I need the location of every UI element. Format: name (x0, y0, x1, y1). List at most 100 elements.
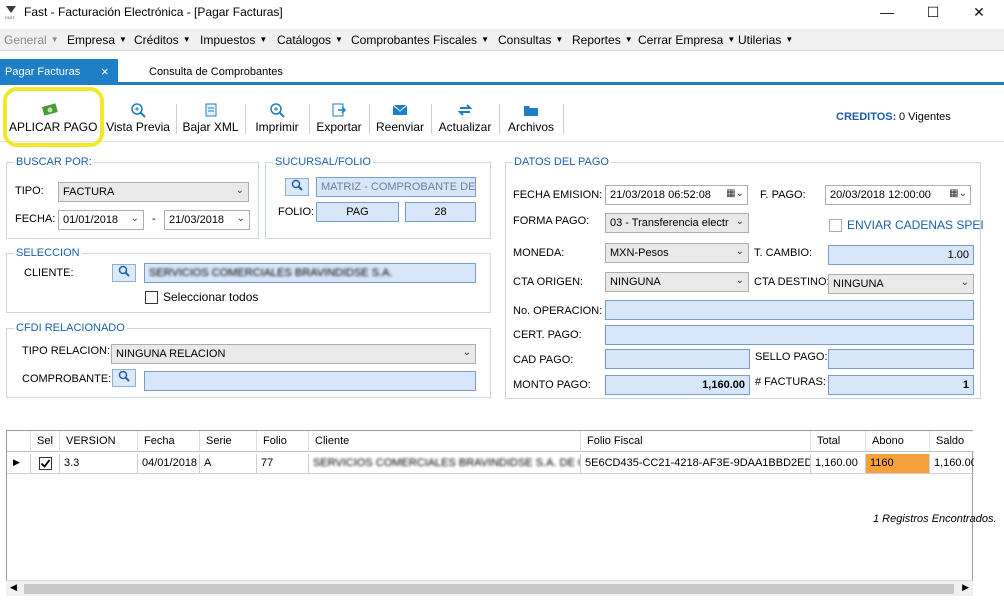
operacion-field[interactable] (605, 300, 974, 320)
menu-comprobantes[interactable]: Comprobantes Fiscales ▼ (351, 33, 489, 47)
cliente-field[interactable]: SERVICIOS COMERCIALES BRAVINDIDSE S.A. (144, 263, 476, 283)
close-icon[interactable]: ✕ (956, 0, 1002, 26)
scroll-thumb[interactable] (24, 584, 954, 594)
chevron-down-icon: ▼ (624, 35, 633, 44)
scroll-left-icon[interactable]: ◀ (10, 582, 17, 593)
tipo-dropdown[interactable]: FACTURA ⌄ (58, 182, 249, 202)
forma-pago-dropdown[interactable]: 03 - Transferencia electr ⌄ (605, 213, 749, 233)
cta-origen-value: NINGUNA (610, 276, 661, 288)
spei-checkbox[interactable] (829, 219, 842, 232)
vista-previa-button[interactable]: Vista Previa (106, 102, 170, 138)
fecha-emision-label: FECHA EMISION: (513, 189, 603, 201)
window-title: Fast - Facturación Electrónica - [Pagar … (24, 5, 283, 19)
column-header-folio[interactable]: Folio (257, 431, 309, 451)
cell-version[interactable]: 3.3 (60, 454, 138, 473)
cell-total[interactable]: 1,160.00 (811, 454, 866, 473)
grid-header-divider (7, 451, 974, 452)
cell-folio-fiscal[interactable]: 5E6CD435-CC21-4218-AF3E-9DAA1BBD2ED0 (581, 454, 811, 473)
chevron-down-icon: ▼ (119, 35, 127, 44)
cell-serie[interactable]: A (200, 454, 257, 473)
fecha-desde-picker[interactable]: 01/01/2018 ⌄ (58, 210, 144, 230)
search-icon (291, 179, 303, 191)
menu-cerrar-empresa[interactable]: Cerrar Empresa ▼ (638, 33, 735, 47)
cta-destino-dropdown[interactable]: NINGUNA ⌄ (828, 274, 974, 294)
menu-consultas[interactable]: Consultas ▼ (498, 33, 563, 47)
menu-reportes[interactable]: Reportes ▼ (572, 33, 633, 47)
f-pago-picker[interactable]: 20/03/2018 12:00:00 ▦⌄ (825, 185, 971, 205)
row-sel-checkbox[interactable] (31, 454, 60, 473)
sello-pago-field[interactable] (828, 349, 974, 369)
maximize-icon[interactable]: ☐ (910, 0, 956, 26)
cell-saldo[interactable]: 1,160.00 (930, 454, 974, 473)
column-header-version[interactable]: VERSION (60, 431, 138, 451)
menu-creditos-label: Créditos (134, 33, 179, 47)
spei-label: ENVIAR CADENAS SPEI (847, 218, 984, 232)
cell-fecha[interactable]: 04/01/2018 (138, 454, 200, 473)
row-header-corner (7, 431, 31, 451)
column-header-saldo[interactable]: Saldo (930, 431, 974, 451)
xml-file-icon (205, 103, 216, 117)
cell-folio[interactable]: 77 (257, 454, 309, 473)
column-header-cliente[interactable]: Cliente (309, 431, 581, 451)
menu-creditos[interactable]: Créditos ▼ (134, 33, 191, 47)
cliente-search-button[interactable] (112, 264, 136, 282)
facturas-grid[interactable]: Sel VERSION Fecha Serie Folio Cliente Fo… (6, 430, 997, 596)
cliente-value: SERVICIOS COMERCIALES BRAVINDIDSE S.A. (149, 267, 393, 279)
exportar-label: Exportar (316, 120, 362, 134)
menu-impuestos[interactable]: Impuestos ▼ (200, 33, 267, 47)
monto-pago-field[interactable]: 1,160.00 (605, 375, 750, 395)
menu-utilerias[interactable]: Utilerias ▼ (738, 33, 793, 47)
fecha-label: FECHA: (15, 213, 56, 225)
tab-close-icon[interactable]: × (101, 64, 109, 79)
actualizar-button[interactable]: Actualizar (436, 102, 494, 138)
row-selector-icon[interactable]: ▶ (7, 454, 31, 473)
cert-pago-field[interactable] (605, 325, 974, 345)
menu-impuestos-label: Impuestos (200, 33, 256, 47)
menu-bar: General ▼ Empresa ▼ Créditos ▼ Impuestos ▼ C… (0, 29, 1004, 51)
sucursal-search-button[interactable] (285, 178, 309, 196)
column-header-serie[interactable]: Serie (200, 431, 257, 451)
calendar-icon: ▦⌄ (726, 188, 744, 199)
tab-consulta-comprobantes[interactable]: Consulta de Comprobantes (149, 66, 283, 78)
tab-pagar-facturas[interactable]: Pagar Facturas × (0, 59, 118, 84)
cta-origen-dropdown[interactable]: NINGUNA ⌄ (605, 272, 749, 292)
cell-cliente[interactable]: SERVICIOS COMERCIALES BRAVINDIDSE S.A. D… (309, 454, 581, 473)
creditos-value: 0 Vigentes (899, 111, 951, 123)
minimize-icon[interactable]: — (864, 0, 910, 26)
horizontal-scrollbar[interactable]: ◀ ▶ (6, 580, 973, 596)
tipo-relacion-value: NINGUNA RELACION (116, 348, 226, 360)
column-header-folio-fiscal[interactable]: Folio Fiscal (581, 431, 811, 451)
num-facturas-field[interactable]: 1 (828, 375, 974, 395)
column-header-abono[interactable]: Abono (866, 431, 930, 451)
column-header-total[interactable]: Total (811, 431, 866, 451)
serie-field[interactable]: PAG (316, 202, 399, 222)
bajar-xml-button[interactable]: Bajar XML (182, 102, 239, 138)
comprobante-search-button[interactable] (112, 369, 136, 387)
t-cambio-field[interactable]: 1.00 (828, 245, 974, 265)
f-pago-value: 20/03/2018 12:00:00 (830, 189, 931, 201)
archivos-button[interactable]: Archivos (505, 102, 557, 138)
comprobante-field[interactable] (144, 371, 476, 391)
datos-pago-title: DATOS DEL PAGO (512, 156, 611, 168)
imprimir-button[interactable]: Imprimir (252, 102, 302, 138)
export-icon (332, 103, 347, 117)
sucursal-field[interactable]: MATRIZ - COMPROBANTE DE PA (316, 177, 476, 197)
moneda-dropdown[interactable]: MXN-Pesos ⌄ (605, 243, 749, 263)
cad-pago-field[interactable] (605, 349, 750, 369)
reenviar-button[interactable]: Reenviar (374, 102, 426, 138)
num-facturas-label: # FACTURAS: (755, 376, 826, 388)
folio-field[interactable]: 28 (405, 202, 476, 222)
seleccionar-todos-checkbox[interactable] (145, 291, 158, 304)
scroll-right-icon[interactable]: ▶ (962, 582, 969, 593)
fecha-hasta-picker[interactable]: 21/03/2018 ⌄ (164, 210, 250, 230)
menu-empresa[interactable]: Empresa ▼ (67, 33, 127, 47)
column-header-sel[interactable]: Sel (31, 431, 60, 451)
exportar-button[interactable]: Exportar (314, 102, 364, 138)
column-header-fecha[interactable]: Fecha (138, 431, 200, 451)
fecha-emision-picker[interactable]: 21/03/2018 06:52:08 ▦⌄ (605, 185, 748, 205)
menu-general[interactable]: General ▼ (4, 33, 59, 47)
menu-cerrar-empresa-label: Cerrar Empresa (638, 33, 724, 47)
menu-catalogos[interactable]: Catálogos ▼ (277, 33, 343, 47)
tipo-relacion-dropdown[interactable]: NINGUNA RELACION ⌄ (111, 344, 476, 364)
cell-abono[interactable]: 1160 (866, 454, 930, 473)
